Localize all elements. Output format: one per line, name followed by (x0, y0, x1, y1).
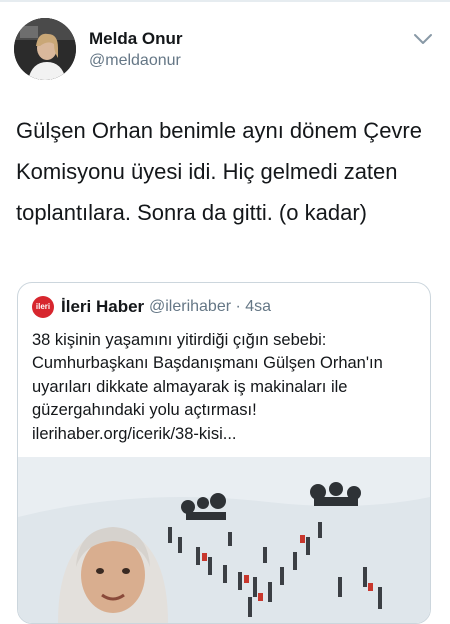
quoted-display-name[interactable]: İleri Haber (61, 297, 144, 317)
quoted-tweet-card[interactable]: ileri İleri Haber @ilerihaber · 4sa 38 k… (17, 282, 431, 624)
chevron-down-icon[interactable] (413, 32, 433, 46)
avatar-photo (14, 18, 76, 80)
quoted-tweet-text: 38 kişinin yaşamını yitirdiği çığın sebe… (32, 331, 383, 443)
quoted-handle-time[interactable]: @ilerihaber · 4sa (149, 298, 271, 316)
avalanche-rescue-photo (18, 457, 430, 623)
top-divider (0, 0, 450, 2)
quoted-account-logo: ileri (32, 296, 54, 318)
quoted-tweet-image[interactable] (18, 457, 430, 623)
user-handle[interactable]: @meldaonur (89, 52, 181, 70)
tweet-text: Gülşen Orhan benimle aynı dönem Çevre Ko… (16, 118, 422, 225)
display-name[interactable]: Melda Onur (89, 29, 183, 49)
avatar[interactable] (14, 18, 76, 80)
